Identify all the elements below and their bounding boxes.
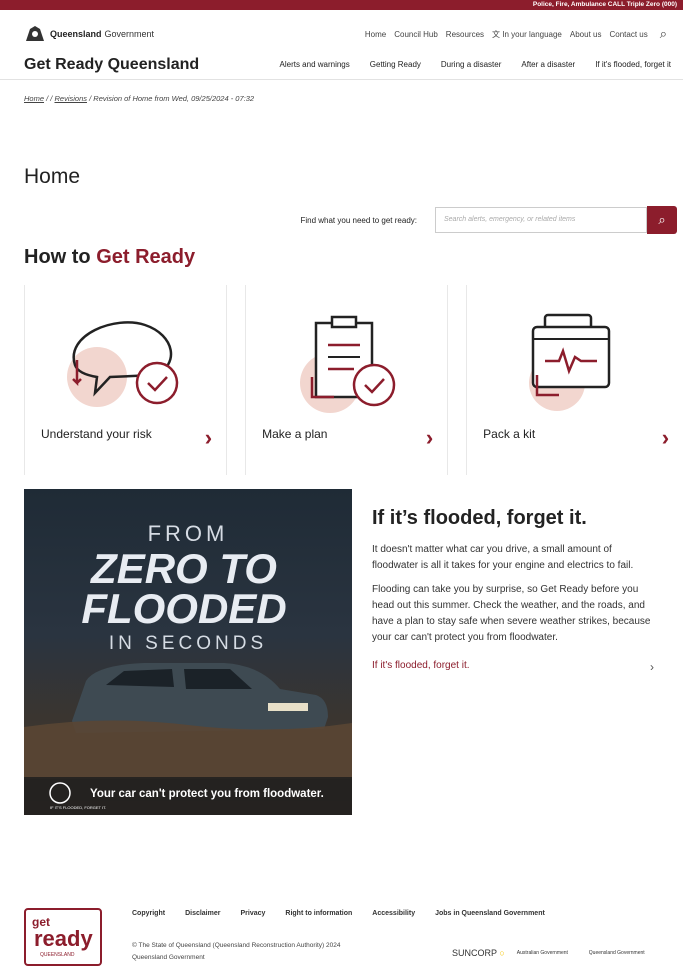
footer-link-disclaimer[interactable]: Disclaimer [185,910,220,917]
get-ready-logo[interactable]: get ready QUEENSLAND [24,908,102,966]
main-nav: Alerts and warnings Getting Ready During… [280,60,672,69]
card-understand-risk[interactable]: Understand your risk › [24,285,228,475]
image-text-badge: IF IT'S FLOODED, FORGET IT. [50,805,106,810]
emergency-text: Police, Fire, Ambulance CALL Triple Zero… [532,1,677,8]
flood-campaign-artwork: FROM ZERO TO FLOODED IN SECONDS IF IT'S … [24,521,352,815]
nav-after-disaster[interactable]: After a disaster [521,60,575,69]
util-link-contact[interactable]: Contact us [609,30,647,39]
feature-text: If it’s flooded, forget it. It doesn't m… [352,489,654,815]
util-link-language[interactable]: 文 In your language [492,29,562,40]
util-link-about[interactable]: About us [570,30,602,39]
chevron-right-icon: › [650,660,654,674]
footer-link-accessibility[interactable]: Accessibility [372,910,415,917]
breadcrumb-home[interactable]: Home [24,94,44,103]
footer-link-rti[interactable]: Right to information [285,910,352,917]
footer-copyright: © The State of Queensland (Queensland Re… [132,940,340,963]
get-ready-cards: Understand your risk › Make a plan › Pac… [24,285,683,475]
footer-link-privacy[interactable]: Privacy [240,910,265,917]
feature-section: FROM ZERO TO FLOODED IN SECONDS IF IT'S … [24,489,683,815]
footer-link-jobs[interactable]: Jobs in Queensland Government [435,910,545,917]
qld-gov-logo[interactable]: Queensland Government [24,25,154,43]
site-title[interactable]: Get Ready Queensland [24,56,199,74]
suncorp-sun-icon: ○ [499,948,505,958]
logo-ready: ready [34,926,93,951]
flooded-link[interactable]: If it's flooded, forget it. › [372,660,654,674]
main-header: Get Ready Queensland Alerts and warnings… [0,50,683,80]
translate-icon: 文 [492,29,501,39]
speech-bubble-check-icon [67,321,179,407]
feature-title: If it’s flooded, forget it. [372,507,587,529]
gov-name-bold: Queensland [50,29,102,39]
emergency-banner: Police, Fire, Ambulance CALL Triple Zero… [0,0,683,10]
page-title: Home [24,165,81,188]
search-icon[interactable]: ⌕ [660,26,667,42]
nav-getting-ready[interactable]: Getting Ready [370,60,421,69]
heading-highlight: Get Ready [96,246,196,268]
breadcrumb-sep: / [89,94,92,103]
search-bar: Find what you need to get ready: Search … [0,189,683,234]
flood-campaign-image[interactable]: FROM ZERO TO FLOODED IN SECONDS IF IT'S … [24,489,352,815]
footer-link-copyright[interactable]: Copyright [132,910,165,917]
card-label: Understand your risk [41,427,152,441]
flooded-link-label: If it's flooded, forget it. [372,660,470,671]
sponsor-suncorp[interactable]: SUNCORP ○ [452,948,505,958]
search-icon: ⌕ [658,212,666,227]
image-text-flooded: FLOODED [81,585,286,632]
util-link-home[interactable]: Home [365,30,386,39]
breadcrumb: Home / / Revisions / Revision of Home fr… [0,80,683,103]
nav-alerts[interactable]: Alerts and warnings [280,60,350,69]
copyright-gov: Queensland Government [132,953,205,961]
search-label: Find what you need to get ready: [300,215,417,225]
footer-links: Copyright Disclaimer Privacy Right to in… [132,910,545,917]
search-button[interactable]: ⌕ [647,206,677,234]
logo-sub: QUEENSLAND [40,952,75,958]
sponsor-logos: SUNCORP ○ Australian Government Queensla… [452,948,649,958]
search-input[interactable]: Search alerts, emergency, or related ite… [435,207,647,233]
util-link-language-label: In your language [502,29,562,39]
gov-name-rest: Government [104,29,155,39]
heading-prefix: How to [24,246,97,268]
breadcrumb-sep: / [50,94,53,103]
image-text-from: FROM [148,521,229,546]
image-text-seconds: IN SECONDS [109,633,267,654]
chevron-right-icon: › [204,425,213,450]
chevron-right-icon: › [425,425,434,450]
copyright-line: © The State of Queensland (Queensland Re… [132,942,341,949]
card-label: Pack a kit [483,427,536,441]
feature-para-2: Flooding can take you by surprise, so Ge… [372,584,651,643]
sponsor-australian-gov[interactable]: Australian Government [517,950,577,956]
breadcrumb-current: Revision of Home from Wed, 09/25/2024 - … [93,94,255,103]
feature-para-1: It doesn't matter what car you drive, a … [372,544,634,571]
site-footer: get ready QUEENSLAND Copyright Disclaime… [0,900,683,976]
coat-of-arms-icon [26,26,44,41]
clipboard-check-icon [300,315,396,413]
card-label: Make a plan [262,427,328,441]
section-heading: How to Get Ready [0,234,683,269]
chevron-right-icon: › [661,425,670,450]
image-text-tagline: Your car can't protect you from floodwat… [90,788,324,800]
utility-header: Queensland Government Home Council Hub R… [0,18,683,50]
util-link-resources[interactable]: Resources [446,30,484,39]
sponsor-qld-gov[interactable]: Queensland Government [589,950,649,956]
utility-nav: Home Council Hub Resources 文 In your lan… [365,26,667,42]
breadcrumb-sep: / [46,94,49,103]
first-aid-kit-icon [529,313,611,411]
nav-flooded[interactable]: If it's flooded, forget it [595,60,671,69]
card-make-plan[interactable]: Make a plan › [245,285,449,475]
card-pack-kit[interactable]: Pack a kit › [466,285,683,475]
breadcrumb-revisions[interactable]: Revisions [54,94,87,103]
util-link-council-hub[interactable]: Council Hub [394,30,438,39]
sponsor-suncorp-label: SUNCORP [452,948,497,958]
nav-during-disaster[interactable]: During a disaster [441,60,501,69]
